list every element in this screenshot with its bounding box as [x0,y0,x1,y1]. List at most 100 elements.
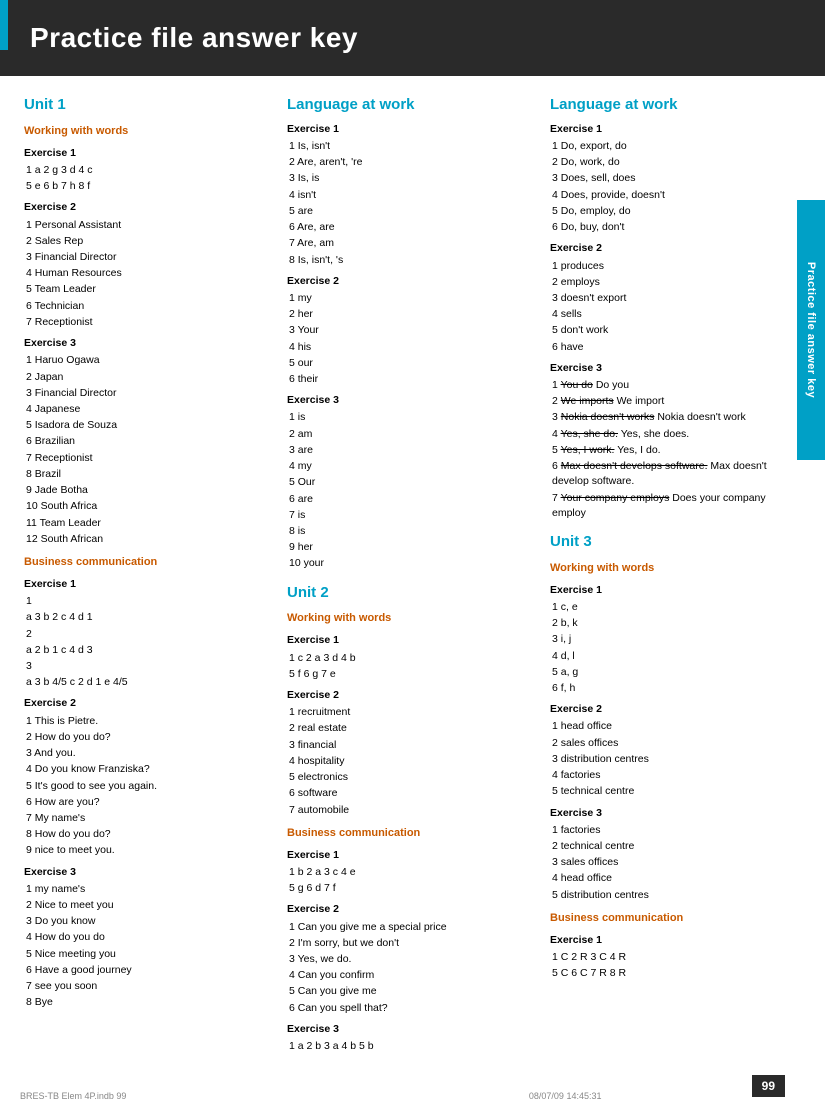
exercise-line: 9 Jade Botha [26,483,271,498]
exercise-line: 5 are [289,204,534,219]
exercise-line: 2 technical centre [552,839,797,854]
page-title: Practice file answer key [30,22,358,54]
exercise-label: Exercise 1 [550,122,797,137]
exercise-label: Exercise 2 [287,902,534,917]
exercise-content: 1 is2 am3 are4 my5 Our6 are7 is8 is9 her… [289,410,534,571]
exercise-line: 8 Bye [26,995,271,1010]
exercise-line: 8 Brazil [26,467,271,482]
exercise-line: 3 doesn't export [552,291,797,306]
unit-title: Language at work [287,94,534,116]
header-accent [0,0,8,50]
exercise-line: 7 automobile [289,803,534,818]
exercise-line: 7 Your company employs Does your company… [552,491,797,521]
exercise-label: Exercise 3 [24,336,271,351]
exercise-line: 6 are [289,492,534,507]
section-title: Working with words [287,611,534,627]
side-tab-label: Practice file answer key [805,262,817,398]
exercise-content: 1 This is Pietre.2 How do you do?3 And y… [26,714,271,859]
exercise-label: Exercise 3 [550,806,797,821]
exercise-line: 5 Nice meeting you [26,947,271,962]
footer-left: BRES-TB Elem 4P.indb 99 [20,1091,126,1101]
exercise-line: 10 your [289,556,534,571]
exercise-line: 6 software [289,786,534,801]
exercise-line: 5 Team Leader [26,282,271,297]
exercise-line: 3 Do you know [26,914,271,929]
exercise-line: 6 Do, buy, don't [552,220,797,235]
exercise-line: 4 hospitality [289,754,534,769]
exercise-line: a 3 b 2 c 4 d 1 [26,610,271,625]
exercise-line: 4 my [289,459,534,474]
side-tab: Practice file answer key [797,200,825,460]
exercise-label: Exercise 2 [550,241,797,256]
exercise-line: 6 their [289,372,534,387]
section-title: Business communication [24,555,271,571]
exercise-line: 2 Japan [26,370,271,385]
column-2: Language at workExercise 11 Is, isn't2 A… [279,94,542,1055]
exercise-line: 2 [26,627,271,642]
exercise-line: 4 d, l [552,649,797,664]
exercise-line: 1 head office [552,719,797,734]
exercise-line: 2 How do you do? [26,730,271,745]
exercise-line: 1 Is, isn't [289,139,534,154]
exercise-line: 1 c 2 a 3 d 4 b [289,651,534,666]
exercise-line: 1 Personal Assistant [26,218,271,233]
exercise-line: 9 nice to meet you. [26,843,271,858]
exercise-line: 5 electronics [289,770,534,785]
exercise-line: 3 And you. [26,746,271,761]
exercise-label: Exercise 2 [24,696,271,711]
exercise-line: 5 g 6 d 7 f [289,881,534,896]
unit-title: Unit 3 [550,531,797,553]
exercise-line: 5 distribution centres [552,888,797,903]
exercise-line: 1 b 2 a 3 c 4 e [289,865,534,880]
exercise-line: 9 her [289,540,534,555]
exercise-line: 1 You do Do you [552,378,797,393]
exercise-line: 1 my name's [26,882,271,897]
exercise-line: 6 How are you? [26,795,271,810]
exercise-line: 5 Isadora de Souza [26,418,271,433]
exercise-content: 1 recruitment2 real estate3 financial4 h… [289,705,534,818]
exercise-line: 1 Do, export, do [552,139,797,154]
exercise-line: 3 Financial Director [26,386,271,401]
exercise-line: 1 factories [552,823,797,838]
exercise-line: 5 f 6 g 7 e [289,667,534,682]
strikethrough-text: We imports [561,395,614,407]
exercise-line: 2 am [289,427,534,442]
exercise-line: 6 Can you spell that? [289,1001,534,1016]
exercise-line: 2 real estate [289,721,534,736]
exercise-content: 1 b 2 a 3 c 4 e5 g 6 d 7 f [289,865,534,896]
exercise-line: 4 Do you know Franziska? [26,762,271,777]
exercise-label: Exercise 3 [287,1022,534,1037]
exercise-line: 5 e 6 b 7 h 8 f [26,179,271,194]
exercise-line: 6 Max doesn't develops software. Max doe… [552,459,797,489]
exercise-line: 2 Sales Rep [26,234,271,249]
exercise-label: Exercise 2 [550,702,797,717]
exercise-line: 8 is [289,524,534,539]
exercise-label: Exercise 3 [24,865,271,880]
exercise-line: 1 Can you give me a special price [289,920,534,935]
exercise-line: 3 Yes, we do. [289,952,534,967]
exercise-line: 5 don't work [552,323,797,338]
exercise-line: 7 see you soon [26,979,271,994]
exercise-line: 1 my [289,291,534,306]
exercise-line: 11 Team Leader [26,516,271,531]
exercise-line: 2 Are, aren't, 're [289,155,534,170]
exercise-line: 3 distribution centres [552,752,797,767]
exercise-line: 3 Does, sell, does [552,171,797,186]
main-content: Unit 1Working with wordsExercise 11 a 2 … [0,76,825,1115]
exercise-line: 4 sells [552,307,797,322]
unit-title: Language at work [550,94,797,116]
exercise-label: Exercise 2 [287,274,534,289]
exercise-line: 5 Do, employ, do [552,204,797,219]
exercise-line: 7 My name's [26,811,271,826]
exercise-line: 7 Receptionist [26,315,271,330]
exercise-line: 1 is [289,410,534,425]
exercise-line: 6 Brazilian [26,434,271,449]
exercise-content: 1 a 2 b 3 a 4 b 5 b [289,1039,534,1054]
exercise-content: 1 c 2 a 3 d 4 b5 f 6 g 7 e [289,651,534,682]
exercise-line: 2 We imports We import [552,394,797,409]
exercise-line: 1 recruitment [289,705,534,720]
exercise-line: 5 Can you give me [289,984,534,999]
exercise-content: 1 Do, export, do2 Do, work, do3 Does, se… [552,139,797,235]
exercise-line: 1 produces [552,259,797,274]
page-number: 99 [752,1075,785,1097]
